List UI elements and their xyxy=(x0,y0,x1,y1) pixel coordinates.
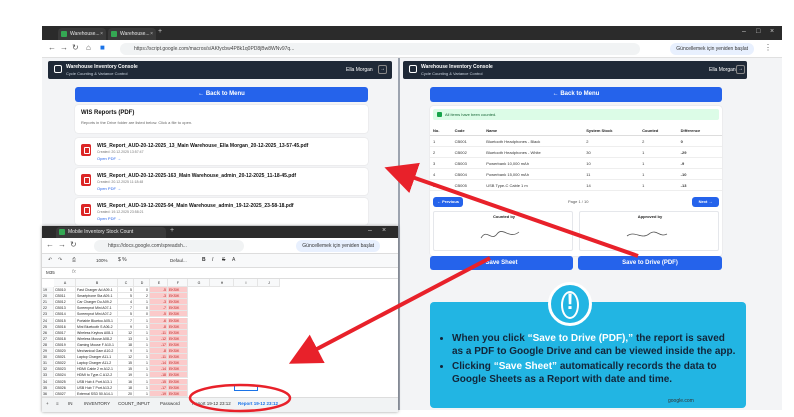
info-bullet-sheet: Clicking “Save Sheet” automatically reco… xyxy=(452,360,737,386)
footer-domain: google.com xyxy=(668,398,694,404)
report-tab-highlight-ellipse xyxy=(188,383,292,413)
info-bullet-drive: When you click “Save to Drive (PDF),” th… xyxy=(452,332,737,358)
arrow-drive-to-reports xyxy=(384,162,639,258)
info-callout: When you click “Save to Drive (PDF),” th… xyxy=(430,302,746,408)
exclamation-icon: ! xyxy=(548,282,592,326)
